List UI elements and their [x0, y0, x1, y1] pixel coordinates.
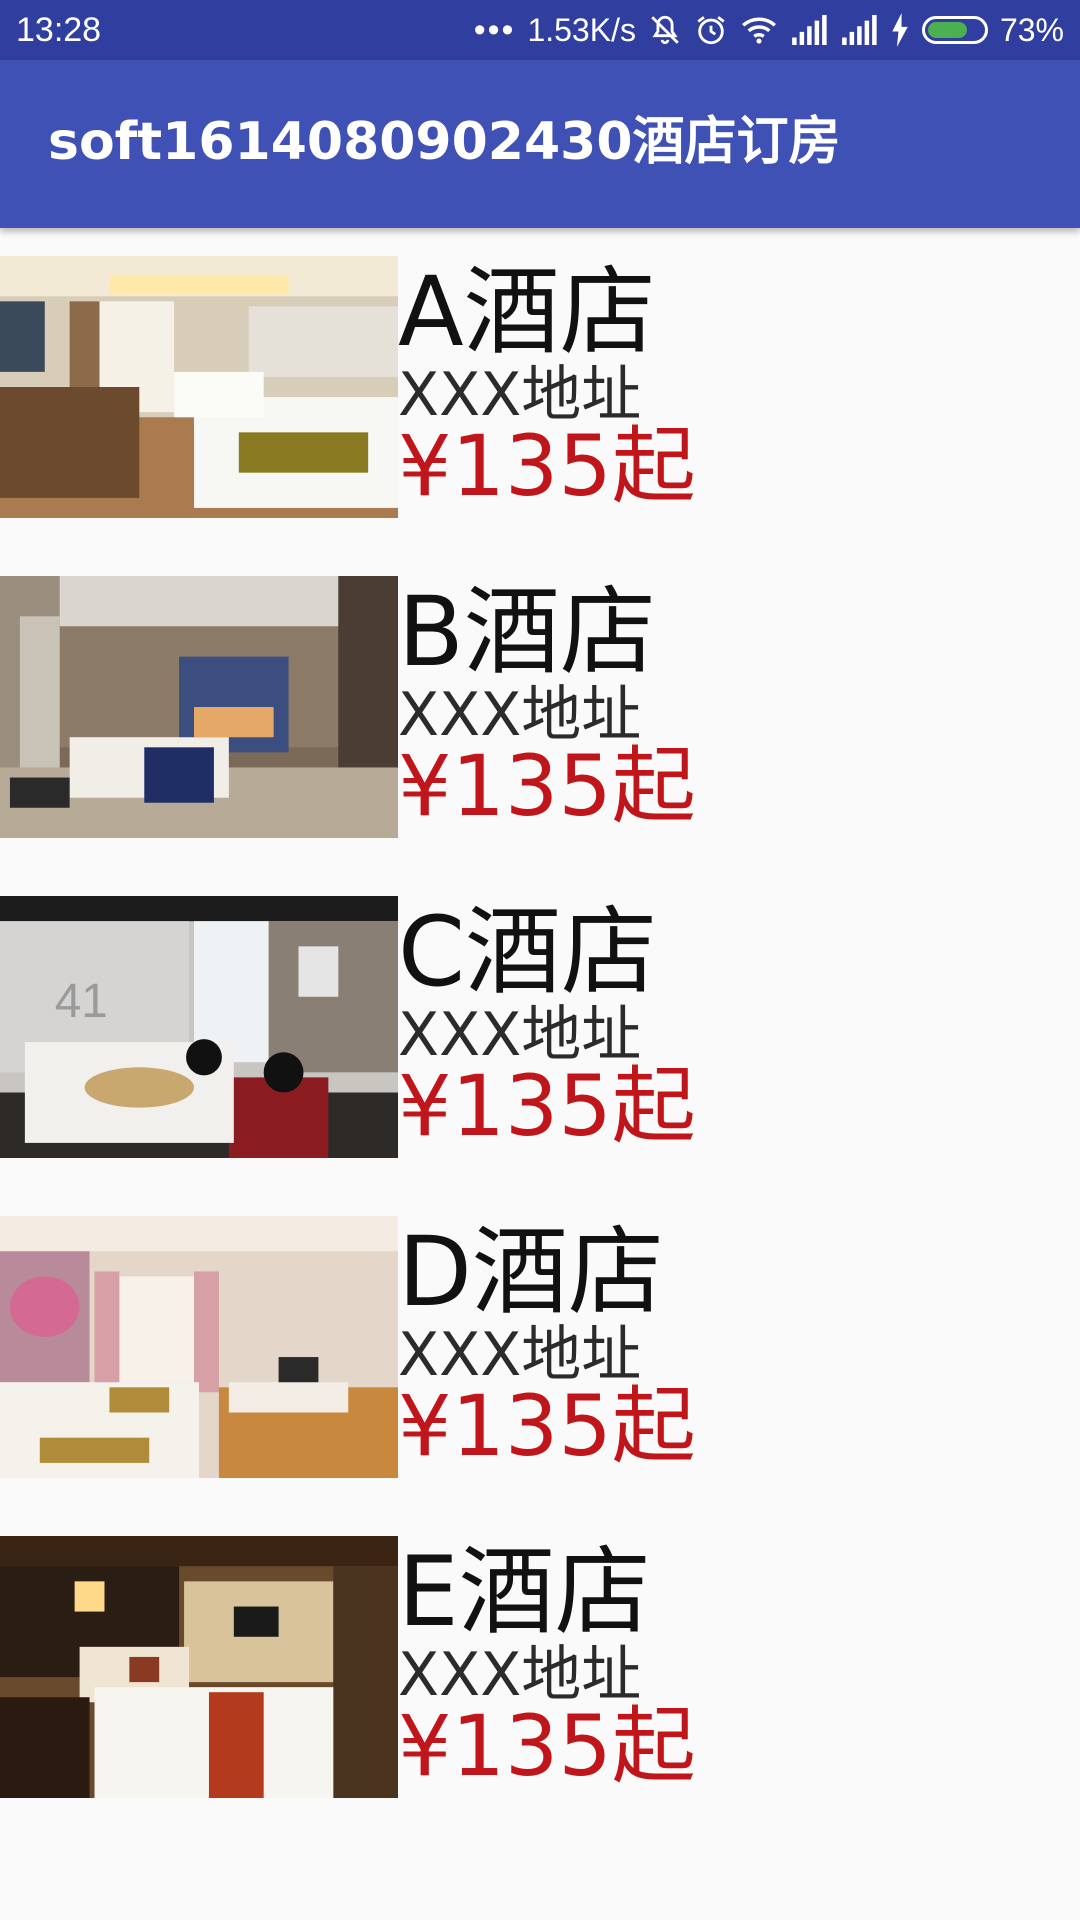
hotel-info: D酒店 XXX地址 ¥135起: [398, 1216, 696, 1472]
hotel-photo: 41: [0, 896, 398, 1158]
network-speed: 1.53K/s: [527, 12, 636, 48]
hotel-name: A酒店: [398, 256, 656, 368]
hotel-name: D酒店: [398, 1216, 664, 1328]
hotel-price: ¥135起: [398, 1377, 696, 1475]
wifi-icon: [741, 17, 776, 44]
status-bar: 13:28 ••• 1.53K/s 73%: [0, 0, 1080, 60]
battery-percent: 73%: [999, 12, 1064, 48]
hotel-list-item[interactable]: E酒店 XXX地址 ¥135起: [0, 1536, 1080, 1856]
page-title: soft1614080902430酒店订房: [48, 112, 841, 172]
battery-level-fill: [927, 22, 968, 38]
status-time: 13:28: [16, 11, 102, 49]
hotel-price: ¥135起: [398, 417, 696, 515]
hotel-price: ¥135起: [398, 737, 696, 835]
hotel-list-item[interactable]: B酒店 XXX地址 ¥135起: [0, 576, 1080, 896]
hotel-name: C酒店: [398, 896, 658, 1008]
hotel-photo: [0, 576, 398, 838]
svg-text:41: 41: [55, 974, 108, 1028]
hotel-list-item[interactable]: A酒店 XXX地址 ¥135起: [0, 256, 1080, 576]
charging-icon: [892, 13, 908, 47]
hotel-name: E酒店: [398, 1536, 651, 1648]
hotel-price: ¥135起: [398, 1697, 696, 1795]
signal-icon: [792, 15, 827, 45]
hotel-list[interactable]: A酒店 XXX地址 ¥135起 B酒店 XXX地址 ¥135起 41 C酒店 X…: [0, 256, 1080, 1856]
hotel-info: A酒店 XXX地址 ¥135起: [398, 256, 696, 512]
hotel-list-item[interactable]: D酒店 XXX地址 ¥135起: [0, 1216, 1080, 1536]
mute-icon: [651, 15, 679, 45]
signal-icon: [842, 15, 877, 45]
status-icons: ••• 1.53K/s 73%: [474, 8, 1064, 52]
app-bar: soft1614080902430酒店订房: [0, 60, 1080, 228]
hotel-list-item[interactable]: 41 C酒店 XXX地址 ¥135起: [0, 896, 1080, 1216]
hotel-info: E酒店 XXX地址 ¥135起: [398, 1536, 696, 1792]
hotel-photo: [0, 1536, 398, 1798]
alarm-icon: [697, 16, 725, 45]
battery-icon: [921, 16, 988, 44]
hotel-info: C酒店 XXX地址 ¥135起: [398, 896, 696, 1152]
hotel-photo: [0, 256, 398, 518]
hotel-price: ¥135起: [398, 1057, 696, 1155]
hotel-photo: [0, 1216, 398, 1478]
hotel-name: B酒店: [398, 576, 656, 688]
more-notifications-icon: •••: [473, 11, 516, 49]
hotel-info: B酒店 XXX地址 ¥135起: [398, 576, 696, 832]
